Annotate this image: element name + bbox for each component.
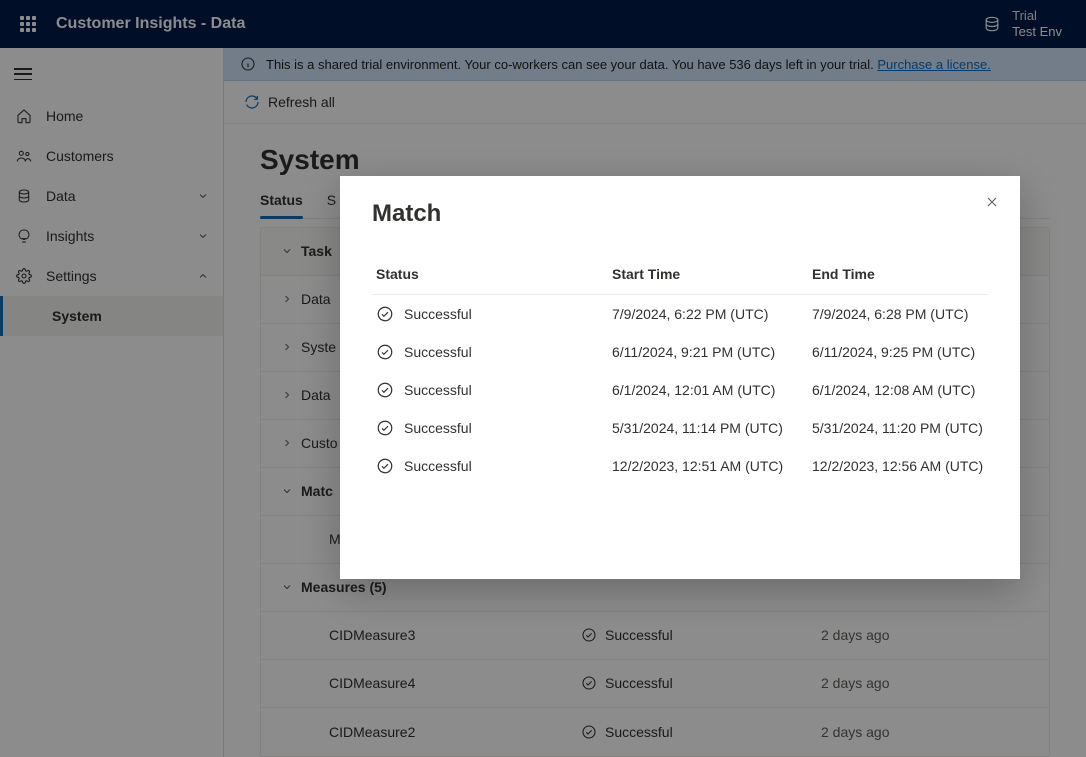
dialog-table-row: Successful 7/9/2024, 6:22 PM (UTC)7/9/202… bbox=[372, 295, 988, 333]
success-icon bbox=[376, 343, 394, 361]
row-status: Successful bbox=[404, 458, 472, 474]
dialog-table-row: Successful 6/1/2024, 12:01 AM (UTC)6/1/20… bbox=[372, 371, 988, 409]
dialog-table-row: Successful 5/31/2024, 11:14 PM (UTC)5/31/… bbox=[372, 409, 988, 447]
match-history-dialog: Match Status Start Time End Time Success… bbox=[340, 176, 1020, 579]
dialog-table-header: Status Start Time End Time bbox=[372, 256, 988, 295]
col-end-header: End Time bbox=[812, 266, 988, 282]
dialog-close-button[interactable] bbox=[984, 194, 1000, 210]
close-icon bbox=[984, 194, 1000, 210]
row-status: Successful bbox=[404, 382, 472, 398]
row-end: 6/11/2024, 9:25 PM (UTC) bbox=[812, 344, 988, 360]
col-status-header: Status bbox=[372, 266, 612, 282]
row-end: 7/9/2024, 6:28 PM (UTC) bbox=[812, 306, 988, 322]
row-start: 6/1/2024, 12:01 AM (UTC) bbox=[612, 382, 812, 398]
col-start-header: Start Time bbox=[612, 266, 812, 282]
row-status: Successful bbox=[404, 306, 472, 322]
row-status: Successful bbox=[404, 420, 472, 436]
row-start: 6/11/2024, 9:21 PM (UTC) bbox=[612, 344, 812, 360]
row-start: 5/31/2024, 11:14 PM (UTC) bbox=[612, 420, 812, 436]
row-end: 6/1/2024, 12:08 AM (UTC) bbox=[812, 382, 988, 398]
success-icon bbox=[376, 457, 394, 475]
dialog-title: Match bbox=[372, 200, 988, 228]
success-icon bbox=[376, 381, 394, 399]
row-status: Successful bbox=[404, 344, 472, 360]
success-icon bbox=[376, 419, 394, 437]
row-start: 7/9/2024, 6:22 PM (UTC) bbox=[612, 306, 812, 322]
row-end: 12/2/2023, 12:56 AM (UTC) bbox=[812, 458, 988, 474]
dialog-table-row: Successful 12/2/2023, 12:51 AM (UTC)12/2/… bbox=[372, 447, 988, 485]
row-end: 5/31/2024, 11:20 PM (UTC) bbox=[812, 420, 988, 436]
dialog-table-row: Successful 6/11/2024, 9:21 PM (UTC)6/11/2… bbox=[372, 333, 988, 371]
success-icon bbox=[376, 305, 394, 323]
row-start: 12/2/2023, 12:51 AM (UTC) bbox=[612, 458, 812, 474]
